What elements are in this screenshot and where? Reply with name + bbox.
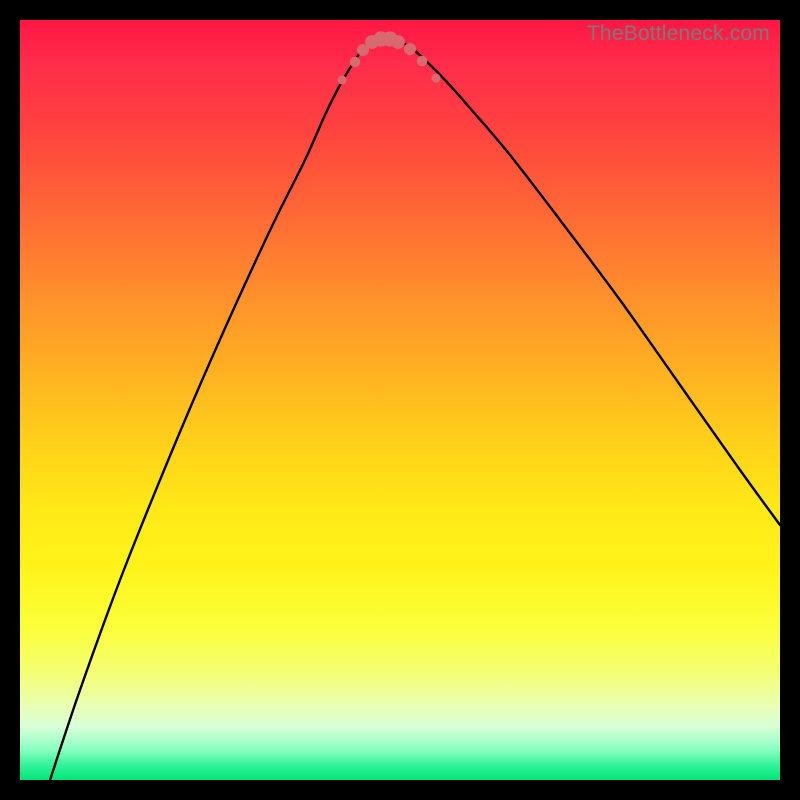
marker-dot [350,57,361,68]
chart-svg [20,20,780,780]
plot-area: TheBottleneck.com [20,20,780,780]
marker-dot [404,43,416,55]
chart-frame: TheBottleneck.com [0,0,800,800]
marker-dot [391,35,405,49]
marker-dot [338,76,347,85]
marker-dot [432,74,441,83]
marker-dot [417,56,428,67]
bottom-markers-group [338,31,441,84]
bottleneck-curve [50,38,780,780]
